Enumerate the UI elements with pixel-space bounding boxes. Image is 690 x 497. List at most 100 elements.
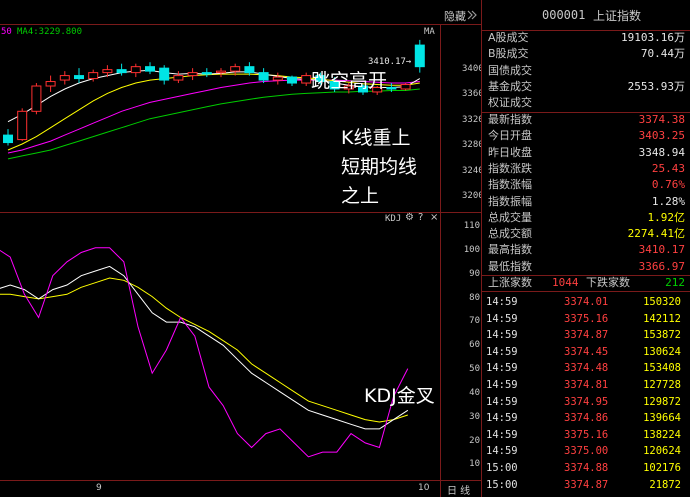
quote-label: 总成交量 bbox=[488, 210, 532, 224]
tick-price: 3375.00 bbox=[564, 445, 609, 458]
kdj-axis-label: 20 bbox=[469, 436, 480, 446]
kdj-axis-label: 50 bbox=[469, 364, 480, 374]
price-axis-label: 3400 bbox=[462, 64, 484, 74]
down-count-label: 下跌家数 bbox=[586, 276, 630, 289]
candle-up bbox=[17, 108, 28, 142]
index-code: 000001 bbox=[542, 8, 586, 22]
x-axis-label: 10 bbox=[418, 483, 430, 493]
tick-vol: 21872 bbox=[649, 478, 681, 491]
candle-down bbox=[116, 63, 127, 76]
tick-time: 14:59 bbox=[486, 412, 518, 425]
tick-vol: 150320 bbox=[643, 296, 681, 308]
quote-value: 3366.97 bbox=[638, 259, 685, 273]
quote-row: B股成交 70.44万 bbox=[482, 46, 690, 62]
candle-down bbox=[3, 129, 13, 146]
y-axis-line bbox=[440, 24, 441, 497]
tick-time: 14:59 bbox=[486, 312, 518, 325]
quote-label: 基金成交 bbox=[488, 79, 532, 93]
candle-down bbox=[244, 62, 255, 76]
quote-value: 3403.25 bbox=[638, 129, 685, 143]
candle-up bbox=[59, 71, 70, 85]
kdj-axis-label: 60 bbox=[469, 340, 480, 350]
quote-value: 1.28% bbox=[651, 194, 685, 208]
tick-price: 3374.87 bbox=[564, 329, 609, 342]
quote-label: 国债成交 bbox=[488, 63, 532, 77]
quote-label: 指数振幅 bbox=[488, 194, 532, 208]
tick-row: 14:59 3374.86 139664 bbox=[482, 410, 690, 427]
tick-list[interactable]: 14:59 3374.01 150320 14:59 3375.16 142112 14:5… bbox=[482, 294, 690, 497]
quote-label: 权证成交 bbox=[488, 96, 532, 110]
tick-row: 14:59 3374.87 153872 bbox=[482, 327, 690, 344]
volume-section: A股成交 19103.16万 B股成交 70.44万 国债成交 基金成交 2553.93万权… bbox=[482, 30, 690, 113]
candle-down bbox=[287, 75, 297, 87]
tick-price: 3374.95 bbox=[564, 395, 609, 408]
quote-row: 今日开盘 3403.25 bbox=[482, 128, 690, 144]
tick-vol: 138224 bbox=[643, 428, 681, 441]
quote-row: 指数振幅 1.28% bbox=[482, 194, 690, 210]
candle-up bbox=[45, 75, 56, 92]
tick-time: 14:59 bbox=[486, 395, 518, 408]
candle-up bbox=[187, 68, 198, 81]
quote-label: B股成交 bbox=[488, 47, 529, 61]
quote-value: 2553.93万 bbox=[627, 79, 685, 93]
period-daily-tab[interactable]: 日 线 bbox=[447, 482, 470, 497]
tick-vol: 142112 bbox=[643, 312, 681, 325]
candle-down bbox=[258, 68, 269, 84]
quote-value: 25.43 bbox=[651, 161, 685, 175]
quote-row: 总成交量 1.92亿 bbox=[482, 210, 690, 226]
tick-price: 3374.86 bbox=[564, 412, 609, 425]
tick-price: 3374.45 bbox=[564, 345, 609, 358]
up-count-label: 上涨家数 bbox=[488, 276, 532, 289]
kdj-axis-label: 30 bbox=[469, 412, 480, 422]
quote-value: 2274.41亿 bbox=[627, 227, 685, 241]
quote-section: 最新指数 3374.38 今日开盘 3403.25 昨日收盘 3348.94 指数涨跌 25.… bbox=[482, 112, 690, 276]
tick-vol: 153872 bbox=[643, 329, 681, 342]
quote-panel: 000001 上证指数 A股成交 19103.16万 B股成交 70.44万 国债成交基… bbox=[481, 0, 690, 497]
kdj-axis-label: 40 bbox=[469, 388, 480, 398]
quote-row: 最高指数 3410.17 bbox=[482, 242, 690, 258]
quote-row: 基金成交 2553.93万 bbox=[482, 79, 690, 95]
annotation-k-line-3: 之上 bbox=[341, 185, 380, 207]
tick-price: 3374.81 bbox=[564, 379, 609, 391]
quote-value: 0.76% bbox=[651, 178, 685, 192]
quote-value: 70.44万 bbox=[640, 47, 685, 61]
quote-row: 最低指数 3366.97 bbox=[482, 259, 690, 275]
tick-row: 14:59 3374.48 153408 bbox=[482, 360, 690, 377]
tick-price: 3374.48 bbox=[564, 362, 609, 375]
quote-value: 1.92亿 bbox=[647, 210, 686, 224]
tick-vol: 130624 bbox=[643, 345, 681, 358]
price-axis-label: 3320 bbox=[462, 115, 484, 125]
tick-row: 14:59 3375.16 138224 bbox=[482, 427, 690, 444]
candle-down bbox=[201, 68, 212, 78]
tick-vol: 102176 bbox=[643, 462, 681, 474]
scroll-up-icon[interactable] bbox=[464, 9, 478, 21]
tick-price: 3374.87 bbox=[564, 478, 609, 491]
tick-time: 14:59 bbox=[486, 362, 518, 375]
candle-down bbox=[159, 65, 170, 85]
quote-label: A股成交 bbox=[488, 31, 529, 44]
tick-row: 15:00 3374.87 21872 bbox=[482, 477, 690, 494]
tick-row: 14:59 3375.16 142112 bbox=[482, 311, 690, 328]
chart-area[interactable]: 50 MA4:3229.800 MA 隐藏 3400 3360 3320 328… bbox=[0, 0, 484, 497]
candle-down bbox=[74, 68, 84, 84]
candle-up bbox=[130, 63, 141, 78]
candle-up bbox=[400, 83, 411, 91]
quote-label: 昨日收盘 bbox=[488, 145, 532, 159]
tick-price: 3374.88 bbox=[564, 462, 609, 474]
kdj-axis-label: 70 bbox=[469, 316, 480, 326]
quote-label: 指数涨幅 bbox=[488, 178, 532, 192]
tick-row: 14:59 3374.81 127728 bbox=[482, 377, 690, 394]
tick-row: 14:59 3374.95 129872 bbox=[482, 394, 690, 411]
tick-time: 14:59 bbox=[486, 329, 518, 342]
tick-price: 3374.01 bbox=[564, 296, 609, 308]
quote-row: 指数涨跌 25.43 bbox=[482, 161, 690, 177]
quote-row: 总成交额 2274.41亿 bbox=[482, 226, 690, 242]
tick-row: 14:59 3375.00 120624 bbox=[482, 443, 690, 460]
tick-row: 15:00 3374.88 102176 bbox=[482, 460, 690, 477]
quote-label: 最新指数 bbox=[488, 113, 532, 126]
kdj-d-line bbox=[0, 277, 408, 423]
tick-time: 15:00 bbox=[486, 478, 518, 491]
hide-button[interactable]: 隐藏 bbox=[444, 8, 466, 24]
market-breadth: 上涨家数 1044 下跌家数 212 bbox=[482, 275, 690, 292]
tick-vol: 129872 bbox=[643, 395, 681, 408]
